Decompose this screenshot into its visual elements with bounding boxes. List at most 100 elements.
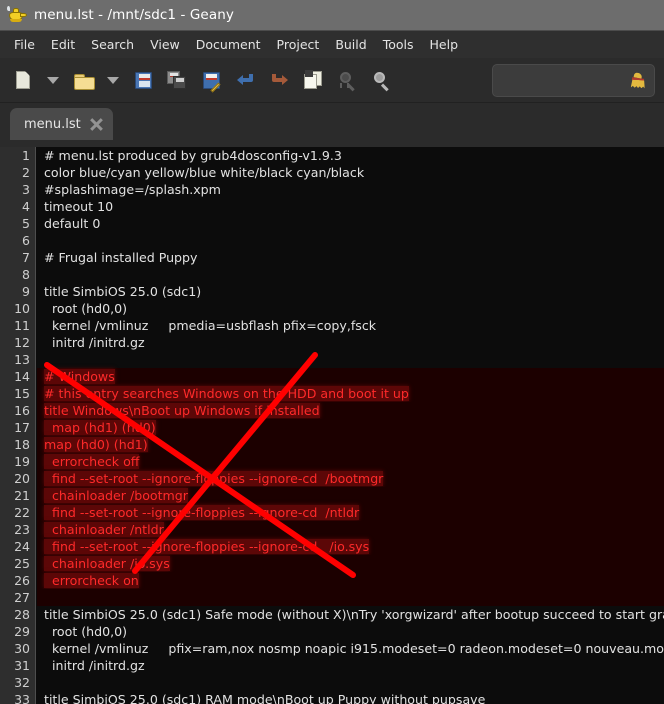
code-line-text: find --set-root --ignore-floppies --igno… [44, 471, 384, 486]
redo-button[interactable] [262, 63, 296, 97]
code-line[interactable]: #splashimage=/splash.xpm [37, 181, 664, 198]
toolbar [0, 58, 664, 103]
code-line[interactable]: # Frugal installed Puppy [37, 249, 664, 266]
code-line-text: timeout 10 [44, 199, 114, 214]
line-number: 29 [14, 624, 30, 639]
code-line-text: errorcheck on [44, 573, 139, 588]
undo-arrow-icon [236, 73, 254, 87]
search-input[interactable] [501, 65, 626, 96]
code-line-text: # Frugal installed Puppy [44, 250, 198, 265]
open-file-dropdown[interactable] [100, 63, 126, 97]
code-line[interactable]: chainloader /bootmgr [37, 487, 664, 504]
code-line[interactable]: title Windows\nBoot up Windows if instal… [37, 402, 664, 419]
code-line[interactable]: root (hd0,0) [37, 623, 664, 640]
code-line-text: kernel /vmlinuz pfix=ram,nox nosmp noapi… [44, 641, 664, 656]
line-number: 20 [14, 471, 30, 486]
code-line[interactable]: find --set-root --ignore-floppies --igno… [37, 504, 664, 521]
line-number: 19 [14, 454, 30, 469]
code-line-text: initrd /initrd.gz [44, 335, 145, 350]
line-number: 6 [22, 233, 30, 248]
code-line-text: # this entry searches Windows on the HDD… [44, 386, 409, 401]
code-line[interactable]: default 0 [37, 215, 664, 232]
menu-item-project[interactable]: Project [269, 34, 328, 55]
code-line[interactable]: chainloader /ntldr [37, 521, 664, 538]
line-number: 25 [14, 556, 30, 571]
code-line[interactable]: find --set-root --ignore-floppies --igno… [37, 470, 664, 487]
line-number: 1 [22, 148, 30, 163]
line-number: 21 [14, 488, 30, 503]
new-document-dropdown[interactable] [40, 63, 66, 97]
code-line[interactable]: map (hd0) (hd1) [37, 436, 664, 453]
line-number: 27 [14, 590, 30, 605]
line-number: 14 [14, 369, 30, 384]
find-previous-button[interactable] [330, 63, 364, 97]
line-number: 22 [14, 505, 30, 520]
code-line[interactable] [37, 589, 664, 606]
code-line[interactable]: timeout 10 [37, 198, 664, 215]
broom-icon[interactable] [630, 71, 646, 89]
menu-item-file[interactable]: File [6, 34, 43, 55]
chevron-down-icon [107, 76, 119, 84]
search-box[interactable] [492, 64, 655, 97]
close-icon[interactable] [89, 117, 104, 132]
code-line[interactable]: errorcheck on [37, 572, 664, 589]
undo-button[interactable] [228, 63, 262, 97]
save-button[interactable] [126, 63, 160, 97]
code-line[interactable]: title SimbiOS 25.0 (sdc1) Safe mode (wit… [37, 606, 664, 623]
menu-item-edit[interactable]: Edit [43, 34, 83, 55]
code-line-text: default 0 [44, 216, 101, 231]
code-line-text: map (hd0) (hd1) [44, 437, 148, 452]
code-line[interactable]: title SimbiOS 25.0 (sdc1) RAM mode\nBoot… [37, 691, 664, 704]
tab-menu-lst[interactable]: menu.lst [10, 108, 113, 140]
code-line-text: chainloader /io.sys [44, 556, 170, 571]
code-text-area[interactable]: # menu.lst produced by grub4dosconfig-v1… [37, 147, 664, 704]
code-line[interactable]: # menu.lst produced by grub4dosconfig-v1… [37, 147, 664, 164]
save-all-button[interactable] [160, 63, 194, 97]
line-number: 31 [14, 658, 30, 673]
code-line[interactable] [37, 232, 664, 249]
find-button[interactable] [364, 63, 398, 97]
code-line[interactable] [37, 674, 664, 691]
menu-item-search[interactable]: Search [83, 34, 142, 55]
line-number: 30 [14, 641, 30, 656]
line-number: 28 [14, 607, 30, 622]
code-editor[interactable]: 1 2 3 4 5 6 7 8 9 10 11 12 13 14 15 16 17 18 19 20 21 22 23 24 2… [0, 147, 664, 704]
save-all-icon [167, 71, 187, 89]
new-document-button[interactable] [6, 63, 40, 97]
code-line[interactable]: color blue/cyan yellow/blue white/black … [37, 164, 664, 181]
chevron-down-icon [47, 76, 59, 84]
code-line[interactable]: root (hd0,0) [37, 300, 664, 317]
code-line[interactable]: # Windows [37, 368, 664, 385]
menu-item-help[interactable]: Help [422, 34, 467, 55]
code-line[interactable]: initrd /initrd.gz [37, 334, 664, 351]
floppy-disk-icon [134, 71, 152, 89]
code-line[interactable]: errorcheck off [37, 453, 664, 470]
menu-item-tools[interactable]: Tools [375, 34, 422, 55]
menu-item-document[interactable]: Document [188, 34, 269, 55]
line-number: 26 [14, 573, 30, 588]
code-line[interactable]: title SimbiOS 25.0 (sdc1) [37, 283, 664, 300]
genie-lamp-icon [7, 6, 27, 24]
code-line-text: # menu.lst produced by grub4dosconfig-v1… [44, 148, 342, 163]
compile-button[interactable] [296, 63, 330, 97]
revert-button[interactable] [194, 63, 228, 97]
code-line[interactable] [37, 266, 664, 283]
code-line-text: color blue/cyan yellow/blue white/black … [44, 165, 365, 180]
menu-item-build[interactable]: Build [327, 34, 374, 55]
code-line[interactable]: chainloader /io.sys [37, 555, 664, 572]
line-number: 10 [14, 301, 30, 316]
code-line[interactable]: map (hd1) (hd0) [37, 419, 664, 436]
code-line[interactable]: kernel /vmlinuz pmedia=usbflash pfix=cop… [37, 317, 664, 334]
folder-open-icon [73, 73, 95, 90]
code-line[interactable] [37, 351, 664, 368]
line-number: 5 [22, 216, 30, 231]
menu-item-view[interactable]: View [142, 34, 188, 55]
tab-label: menu.lst [24, 116, 81, 132]
line-number: 13 [14, 352, 30, 367]
code-line[interactable]: find --set-root --ignore-floppies --igno… [37, 538, 664, 555]
code-line[interactable]: # this entry searches Windows on the HDD… [37, 385, 664, 402]
code-line[interactable]: initrd /initrd.gz [37, 657, 664, 674]
open-file-button[interactable] [66, 63, 100, 97]
code-line-text: title SimbiOS 25.0 (sdc1) RAM mode\nBoot… [44, 692, 486, 704]
code-line[interactable]: kernel /vmlinuz pfix=ram,nox nosmp noapi… [37, 640, 664, 657]
